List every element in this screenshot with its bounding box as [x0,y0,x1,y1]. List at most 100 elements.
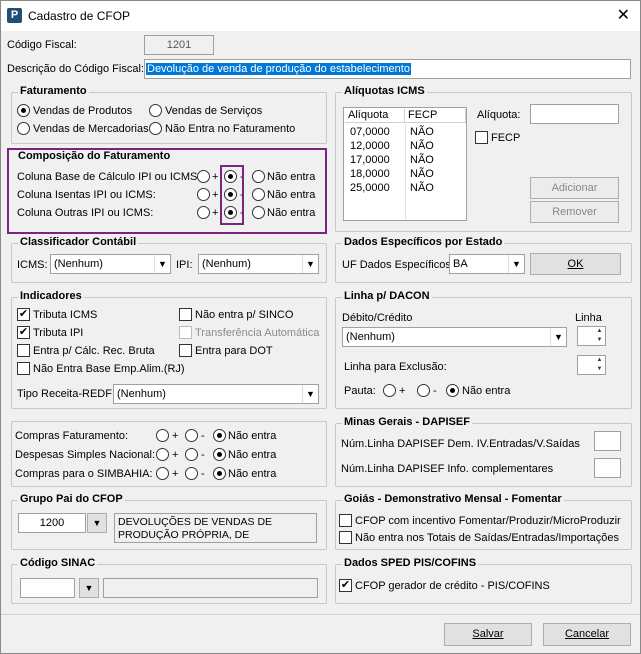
despesas-simples-plus-radio[interactable] [156,448,169,461]
minas-linha2-label: Núm.Linha DAPISEF Info. complementares [341,463,554,475]
aliquotas-table[interactable]: Alíquota FECP 07,0000 NÃO 12,0000 NÃO 17… [343,107,467,221]
tributa-ipi-checkbox[interactable]: ✔ [17,326,30,339]
composicao-base-nao-entra-radio[interactable] [252,170,265,183]
debito-credito-select[interactable]: (Nenhum) ▼ [342,327,567,347]
aliquota-cell[interactable]: 25,0000 [350,182,390,194]
pauta-nao-entra-radio[interactable] [446,384,459,397]
compras-faturamento-nao-entra-radio[interactable] [213,429,226,442]
transferencia-checkbox[interactable] [179,326,192,339]
chevron-down-icon[interactable]: ▼ [302,255,318,273]
fecp-checkbox[interactable] [475,131,488,144]
composicao-base-plus-radio[interactable] [197,170,210,183]
descricao-label: Descrição do Código Fiscal: [7,63,144,75]
close-icon[interactable]: ✕ [617,5,630,25]
nao-entra-sinco-checkbox[interactable] [179,308,192,321]
exclusao-spinner[interactable]: ▲ ▼ [577,355,606,375]
uf-select[interactable]: BA ▼ [449,254,525,274]
ipi-select[interactable]: (Nenhum) ▼ [198,254,319,274]
minas-title: Minas Gerais - DAPISEF [342,416,472,428]
sped-gerador-checkbox[interactable]: ✔ [339,579,352,592]
sinac-dropdown-icon[interactable]: ▼ [79,578,99,598]
spin-up-icon[interactable]: ▲ [594,356,605,365]
composicao-outras-nao-entra-radio[interactable] [252,206,265,219]
fecp-cell[interactable]: NÃO [410,182,434,194]
tributa-icms-checkbox[interactable]: ✔ [17,308,30,321]
vendas-produtos-radio[interactable] [17,104,30,117]
chevron-down-icon[interactable]: ▼ [550,328,566,346]
plus-label: + [172,449,179,461]
salvar-button[interactable]: Salvar [444,623,532,646]
aliquota-input[interactable] [530,104,619,124]
codigo-fiscal-field: 1201 [144,35,214,55]
icms-select[interactable]: (Nenhum) ▼ [50,254,171,274]
spin-up-icon[interactable]: ▲ [594,327,605,336]
nao-entra-faturamento-label: Não Entra no Faturamento [165,123,296,135]
nao-entra-label: Não entra [228,449,277,461]
exclusao-label: Linha para Exclusão: [344,361,447,373]
spin-down-icon[interactable]: ▼ [594,365,605,374]
compras-faturamento-minus-radio[interactable] [185,429,198,442]
chevron-down-icon[interactable]: ▼ [302,385,318,403]
minus-label: - [201,468,205,480]
plus-label: + [172,468,179,480]
linha-spinner[interactable]: ▲ ▼ [577,326,606,346]
aliquota-cell[interactable]: 18,0000 [350,168,390,180]
col-fecp-header[interactable]: FECP [405,109,466,123]
entra-dot-label: Entra para DOT [195,345,273,357]
pauta-plus-radio[interactable] [383,384,396,397]
despesas-simples-minus-radio[interactable] [185,448,198,461]
chevron-down-icon[interactable]: ▼ [154,255,170,273]
cancelar-button[interactable]: Cancelar [543,623,631,646]
entra-dot-checkbox[interactable] [179,344,192,357]
minas-linha2-input[interactable] [594,458,621,478]
chevron-down-icon[interactable]: ▼ [508,255,524,273]
goias-incentivo-checkbox[interactable] [339,514,352,527]
uf-select-value: BA [453,258,468,270]
minas-linha1-label: Núm.Linha DAPISEF Dem. IV.Entradas/V.Saí… [341,438,580,450]
app-logo-icon: P [7,8,22,23]
spin-down-icon[interactable]: ▼ [594,336,605,345]
fecp-cell[interactable]: NÃO [410,140,434,152]
descricao-field[interactable]: Devolução de venda de produção do estabe… [144,59,631,79]
vendas-servicos-radio[interactable] [149,104,162,117]
sinac-code-field[interactable] [20,578,75,598]
remover-button[interactable]: Remover [530,201,619,223]
despesas-simples-nao-entra-radio[interactable] [213,448,226,461]
adicionar-button[interactable]: Adicionar [530,177,619,199]
compras-faturamento-plus-radio[interactable] [156,429,169,442]
nao-entra-faturamento-radio[interactable] [149,122,162,135]
minas-linha1-input[interactable] [594,431,621,451]
fecp-cell[interactable]: NÃO [410,168,434,180]
title-bar[interactable]: P Cadastro de CFOP ✕ [1,1,640,31]
fecp-cell[interactable]: NÃO [410,154,434,166]
pauta-minus-radio[interactable] [417,384,430,397]
simbahia-plus-radio[interactable] [156,467,169,480]
compras-row-label: Compras para o SIMBAHIA: [15,468,153,480]
aliquota-cell[interactable]: 17,0000 [350,154,390,166]
goias-nao-entra-checkbox[interactable] [339,531,352,544]
faturamento-group: Faturamento [11,85,327,144]
simbahia-nao-entra-radio[interactable] [213,467,226,480]
vendas-mercadorias-radio[interactable] [17,122,30,135]
composicao-isentas-nao-entra-radio[interactable] [252,188,265,201]
col-aliquota-header[interactable]: Alíquota [345,109,405,123]
nao-entra-label: Não entra [228,430,277,442]
simbahia-minus-radio[interactable] [185,467,198,480]
aliquota-input-label: Alíquota: [477,109,521,121]
grupo-pai-desc-line: PRODUÇÃO PRÓPRIA, DE [118,529,250,541]
fecp-cell[interactable]: NÃO [410,126,434,138]
composicao-isentas-plus-radio[interactable] [197,188,210,201]
aliquota-cell[interactable]: 07,0000 [350,126,390,138]
entra-calc-checkbox[interactable] [17,344,30,357]
sinac-title: Código SINAC [18,557,98,569]
grupo-pai-code-field[interactable]: 1200 [18,513,86,533]
aliquota-cell[interactable]: 12,0000 [350,140,390,152]
grupo-pai-dropdown-icon[interactable]: ▼ [87,513,107,533]
minas-group: Minas Gerais - DAPISEF [335,416,632,487]
composicao-outras-plus-radio[interactable] [197,206,210,219]
tipo-receita-select[interactable]: (Nenhum) ▼ [113,384,319,404]
ok-button[interactable]: OK [530,253,621,275]
tipo-receita-value: (Nenhum) [117,388,166,400]
nao-entra-base-label: Não Entra Base Emp.Alim.(RJ) [33,363,185,375]
nao-entra-base-checkbox[interactable] [17,362,30,375]
